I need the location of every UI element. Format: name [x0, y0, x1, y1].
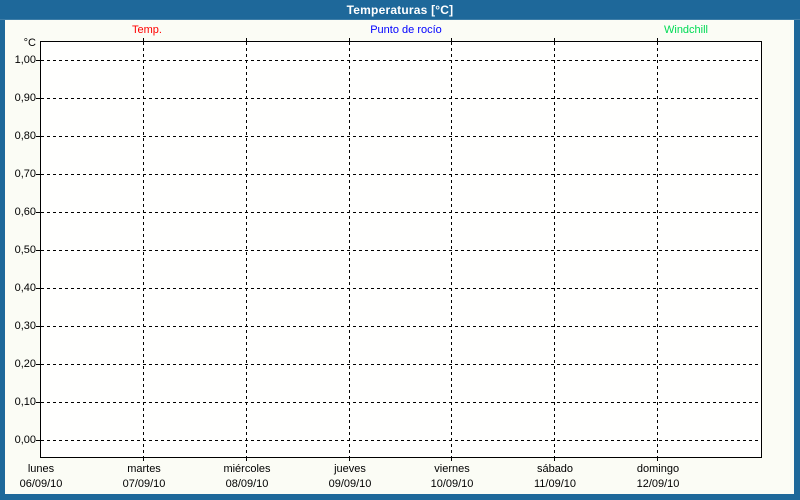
x-date-label: 06/09/10 — [0, 478, 89, 491]
chart-title: Temperaturas [°C] — [347, 3, 454, 17]
y-tick-mark — [36, 288, 40, 289]
chart-title-bar: Temperaturas [°C] — [0, 0, 800, 20]
y-tick-label: 0,40 — [5, 281, 36, 295]
h-gridline — [41, 212, 761, 213]
y-tick-label: 0,10 — [5, 395, 36, 409]
v-gridline — [143, 42, 144, 457]
x-day-label: martes — [96, 463, 192, 476]
y-tick-mark — [36, 98, 40, 99]
v-gridline — [246, 42, 247, 457]
top-tick-mark — [143, 38, 144, 41]
h-gridline — [41, 98, 761, 99]
x-day-label: miércoles — [199, 463, 295, 476]
x-day-label: sábado — [507, 463, 603, 476]
top-tick-mark — [554, 38, 555, 41]
top-tick-mark — [349, 38, 350, 41]
h-gridline — [41, 288, 761, 289]
h-gridline — [41, 136, 761, 137]
legend-item-3: Windchill — [664, 24, 708, 36]
top-tick-mark — [451, 38, 452, 41]
chart-window: Temperaturas [°C] °C Temp. Punto de rocío… — [0, 0, 800, 500]
h-gridline — [41, 326, 761, 327]
x-day-label: viernes — [404, 463, 500, 476]
top-tick-mark — [246, 38, 247, 41]
y-tick-label: 0,00 — [5, 433, 36, 447]
y-tick-mark — [36, 402, 40, 403]
y-tick-mark — [36, 174, 40, 175]
y-tick-mark — [36, 250, 40, 251]
y-tick-mark — [36, 136, 40, 137]
x-date-label: 07/09/10 — [96, 478, 192, 491]
bottom-tick-mark — [246, 458, 247, 461]
bottom-tick-mark — [349, 458, 350, 461]
x-date-label: 10/09/10 — [404, 478, 500, 491]
y-tick-label: 0,50 — [5, 243, 36, 257]
v-gridline — [451, 42, 452, 457]
plot-area — [40, 41, 762, 458]
y-tick-label: 1,00 — [5, 53, 36, 67]
y-axis-unit: °C — [5, 37, 36, 49]
x-date-label: 09/09/10 — [302, 478, 398, 491]
x-date-label: 12/09/10 — [610, 478, 706, 491]
x-date-label: 08/09/10 — [199, 478, 295, 491]
v-gridline — [554, 42, 555, 457]
y-tick-mark — [36, 326, 40, 327]
y-tick-label: 0,30 — [5, 319, 36, 333]
bottom-tick-mark — [657, 458, 658, 461]
v-gridline — [657, 42, 658, 457]
top-tick-mark — [657, 38, 658, 41]
h-gridline — [41, 402, 761, 403]
bottom-tick-mark — [554, 458, 555, 461]
v-gridline — [349, 42, 350, 457]
legend-item-2: Punto de rocío — [370, 24, 442, 36]
y-tick-mark — [36, 212, 40, 213]
chart-content: °C Temp. Punto de rocío Windchill 1,00 0,90 0… — [5, 20, 794, 494]
y-tick-label: 0,20 — [5, 357, 36, 371]
y-tick-mark — [36, 60, 40, 61]
h-gridline — [41, 60, 761, 61]
bottom-tick-mark — [143, 458, 144, 461]
x-date-label: 11/09/10 — [507, 478, 603, 491]
h-gridline — [41, 364, 761, 365]
h-gridline — [41, 440, 761, 441]
h-gridline — [41, 174, 761, 175]
y-tick-label: 0,70 — [5, 167, 36, 181]
y-tick-label: 0,90 — [5, 91, 36, 105]
bottom-tick-mark — [451, 458, 452, 461]
y-tick-label: 0,80 — [5, 129, 36, 143]
h-gridline — [41, 250, 761, 251]
x-day-label: jueves — [302, 463, 398, 476]
x-day-label: lunes — [0, 463, 89, 476]
y-tick-mark — [36, 364, 40, 365]
x-day-label: domingo — [610, 463, 706, 476]
y-tick-label: 0,60 — [5, 205, 36, 219]
y-tick-mark — [36, 440, 40, 441]
legend-item-1: Temp. — [132, 24, 162, 36]
